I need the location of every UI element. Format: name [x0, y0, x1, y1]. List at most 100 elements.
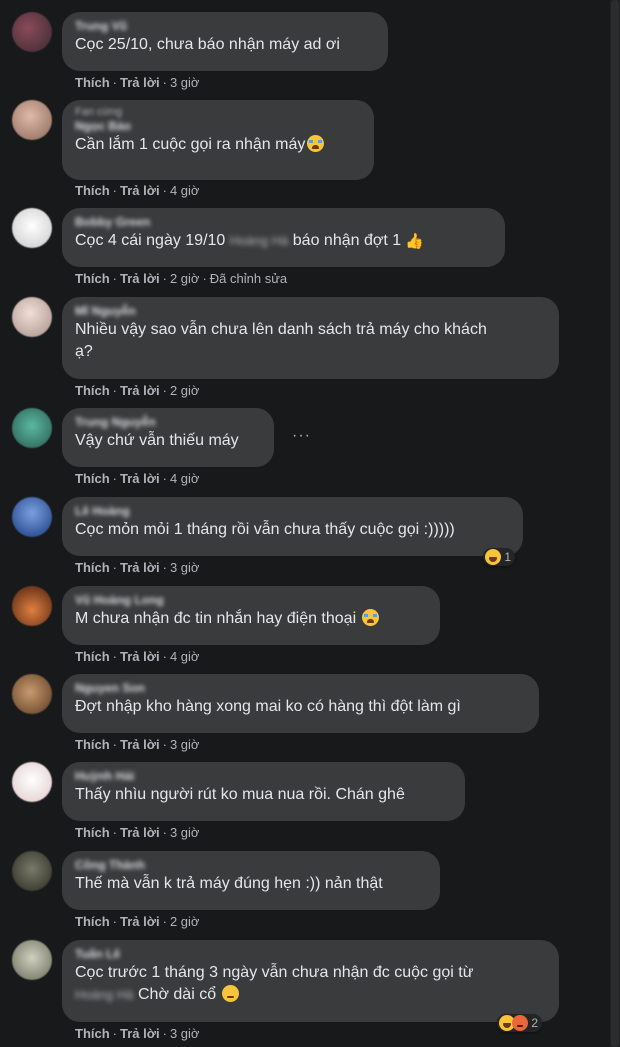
- avatar[interactable]: [12, 100, 52, 140]
- comment-time[interactable]: 2 giờ: [170, 271, 200, 286]
- comment-text-line1: Nhiều vậy sao vẫn chưa lên danh sách trả…: [75, 321, 487, 338]
- comment-time[interactable]: 2 giờ: [170, 914, 200, 929]
- avatar[interactable]: [12, 408, 52, 448]
- comment-time[interactable]: 2 giờ: [170, 383, 200, 398]
- avatar[interactable]: [12, 297, 52, 337]
- separator: ·: [112, 560, 118, 575]
- reply-link[interactable]: Trả lời: [120, 1026, 160, 1041]
- comment-author[interactable]: Tuấn Lê: [75, 947, 546, 962]
- reaction-summary[interactable]: 1: [483, 548, 516, 566]
- reply-link[interactable]: Trả lời: [120, 183, 160, 198]
- comment-author[interactable]: Vũ Hoàng Long: [75, 593, 427, 608]
- comment-time[interactable]: 3 giờ: [170, 1026, 200, 1041]
- comment-bubble: Mĩ Nguyễn Nhiều vậy sao vẫn chưa lên dan…: [62, 297, 559, 379]
- avatar[interactable]: [12, 851, 52, 891]
- like-link[interactable]: Thích: [75, 737, 110, 752]
- comment-author[interactable]: Công Thành: [75, 858, 427, 873]
- comment-bubble: Fan cứng Ngọc Bảo Cần lắm 1 cuộc gọi ra …: [62, 100, 374, 180]
- like-link[interactable]: Thích: [75, 383, 110, 398]
- avatar[interactable]: [12, 940, 52, 980]
- comment-text: Thế mà vẫn k trả máy đúng hẹn :)) nản th…: [75, 875, 383, 892]
- more-options-button[interactable]: ···: [292, 427, 311, 445]
- like-link[interactable]: Thích: [75, 649, 110, 664]
- comment-text: Cọc mỏn mỏi 1 tháng rồi vẫn chưa thấy cu…: [75, 521, 455, 538]
- separator: ·: [162, 75, 167, 90]
- scrollbar-thumb[interactable]: [611, 0, 619, 1047]
- like-link[interactable]: Thích: [75, 271, 110, 286]
- like-link[interactable]: Thích: [75, 75, 110, 90]
- edited-label[interactable]: Đã chỉnh sửa: [210, 271, 287, 286]
- separator: ·: [162, 914, 167, 929]
- avatar[interactable]: [12, 12, 52, 52]
- blurred-brand-name: Hoàng Hà: [75, 987, 134, 1002]
- comment-time[interactable]: 4 giờ: [170, 471, 200, 486]
- separator: ·: [162, 271, 167, 286]
- comment-bubble: Huỳnh Hải Thấy nhìu người rút ko mua nua…: [62, 762, 465, 821]
- reply-link[interactable]: Trả lời: [120, 649, 160, 664]
- comment-time[interactable]: 3 giờ: [170, 737, 200, 752]
- haha-reaction-icon: [485, 549, 501, 565]
- crying-emoji-icon: [362, 609, 380, 626]
- comment-author[interactable]: Bobby Green: [75, 215, 492, 230]
- like-link[interactable]: Thích: [75, 471, 110, 486]
- separator: ·: [162, 649, 167, 664]
- comment-time[interactable]: 4 giờ: [170, 183, 200, 198]
- comment-actions: Thích · Trả lời · 4 giờ: [75, 183, 199, 198]
- comment-text: Đợt nhập kho hàng xong mai ko có hàng th…: [75, 698, 461, 715]
- separator: ·: [162, 560, 167, 575]
- comment-author[interactable]: Mĩ Nguyễn: [75, 304, 546, 319]
- reply-link[interactable]: Trả lời: [120, 471, 160, 486]
- reaction-count: 1: [504, 550, 512, 564]
- comment-time[interactable]: 3 giờ: [170, 560, 200, 575]
- comment-author[interactable]: Lê Hoàng: [75, 504, 510, 519]
- separator: ·: [162, 471, 167, 486]
- scrollbar-track[interactable]: [610, 0, 620, 1047]
- comment-actions: Thích · Trả lời · 3 giờ: [75, 1026, 199, 1041]
- comment-author[interactable]: Huỳnh Hải: [75, 769, 452, 784]
- like-link[interactable]: Thích: [75, 183, 110, 198]
- separator: ·: [112, 1026, 118, 1041]
- angry-reaction-icon: [512, 1015, 528, 1031]
- like-link[interactable]: Thích: [75, 560, 110, 575]
- comment-actions: Thích · Trả lời · 2 giờ: [75, 914, 199, 929]
- comment-text-after: báo nhận đợt 1: [292, 232, 402, 249]
- comment-time[interactable]: 4 giờ: [170, 649, 200, 664]
- separator: ·: [162, 183, 167, 198]
- reply-link[interactable]: Trả lời: [120, 737, 160, 752]
- comment-author[interactable]: Trung Nguyễn: [75, 415, 261, 430]
- comment-text-line2: Hoàng Hà Chờ dài cổ: [75, 984, 546, 1006]
- avatar[interactable]: [12, 208, 52, 248]
- comment-time[interactable]: 3 giờ: [170, 75, 200, 90]
- avatar[interactable]: [12, 674, 52, 714]
- avatar[interactable]: [12, 497, 52, 537]
- comment-actions: Thích · Trả lời · 2 giờ · Đã chỉnh sửa: [75, 271, 287, 286]
- like-link[interactable]: Thích: [75, 914, 110, 929]
- like-link[interactable]: Thích: [75, 825, 110, 840]
- comment-text-before: Cọc 4 cái ngày 19/10: [75, 232, 226, 249]
- comment-text: Vậy chứ vẫn thiếu máy: [75, 432, 239, 449]
- separator: ·: [112, 271, 118, 286]
- reply-link[interactable]: Trả lời: [120, 560, 160, 575]
- comment-bubble: Trung Vũ Cọc 25/10, chưa báo nhận máy ad…: [62, 12, 388, 71]
- reaction-summary[interactable]: 2: [497, 1014, 543, 1032]
- comment-text-line2: ạ?: [75, 343, 93, 360]
- comment-text-after: Chờ dài cổ: [138, 986, 217, 1003]
- reply-link[interactable]: Trả lời: [120, 914, 160, 929]
- reply-link[interactable]: Trả lời: [120, 75, 160, 90]
- comment-actions: Thích · Trả lời · 4 giờ: [75, 471, 199, 486]
- reply-link[interactable]: Trả lời: [120, 383, 160, 398]
- comment-actions: Thích · Trả lời · 3 giờ: [75, 825, 199, 840]
- comment-bubble: Công Thành Thế mà vẫn k trả máy đúng hẹn…: [62, 851, 440, 910]
- reply-link[interactable]: Trả lời: [120, 825, 160, 840]
- reply-link[interactable]: Trả lời: [120, 271, 160, 286]
- comment-actions: Thích · Trả lời · 4 giờ: [75, 649, 199, 664]
- comment-author[interactable]: Trung Vũ: [75, 19, 375, 34]
- comment-text: Cần lắm 1 cuộc gọi ra nhận máy: [75, 134, 361, 156]
- like-link[interactable]: Thích: [75, 1026, 110, 1041]
- comment-author[interactable]: Ngọc Bảo: [75, 119, 361, 134]
- avatar[interactable]: [12, 762, 52, 802]
- thumbs-up-emoji-icon: 👍: [405, 233, 424, 250]
- avatar[interactable]: [12, 586, 52, 626]
- comment-author[interactable]: Nguyen Son: [75, 681, 526, 696]
- comment-time[interactable]: 3 giờ: [170, 825, 200, 840]
